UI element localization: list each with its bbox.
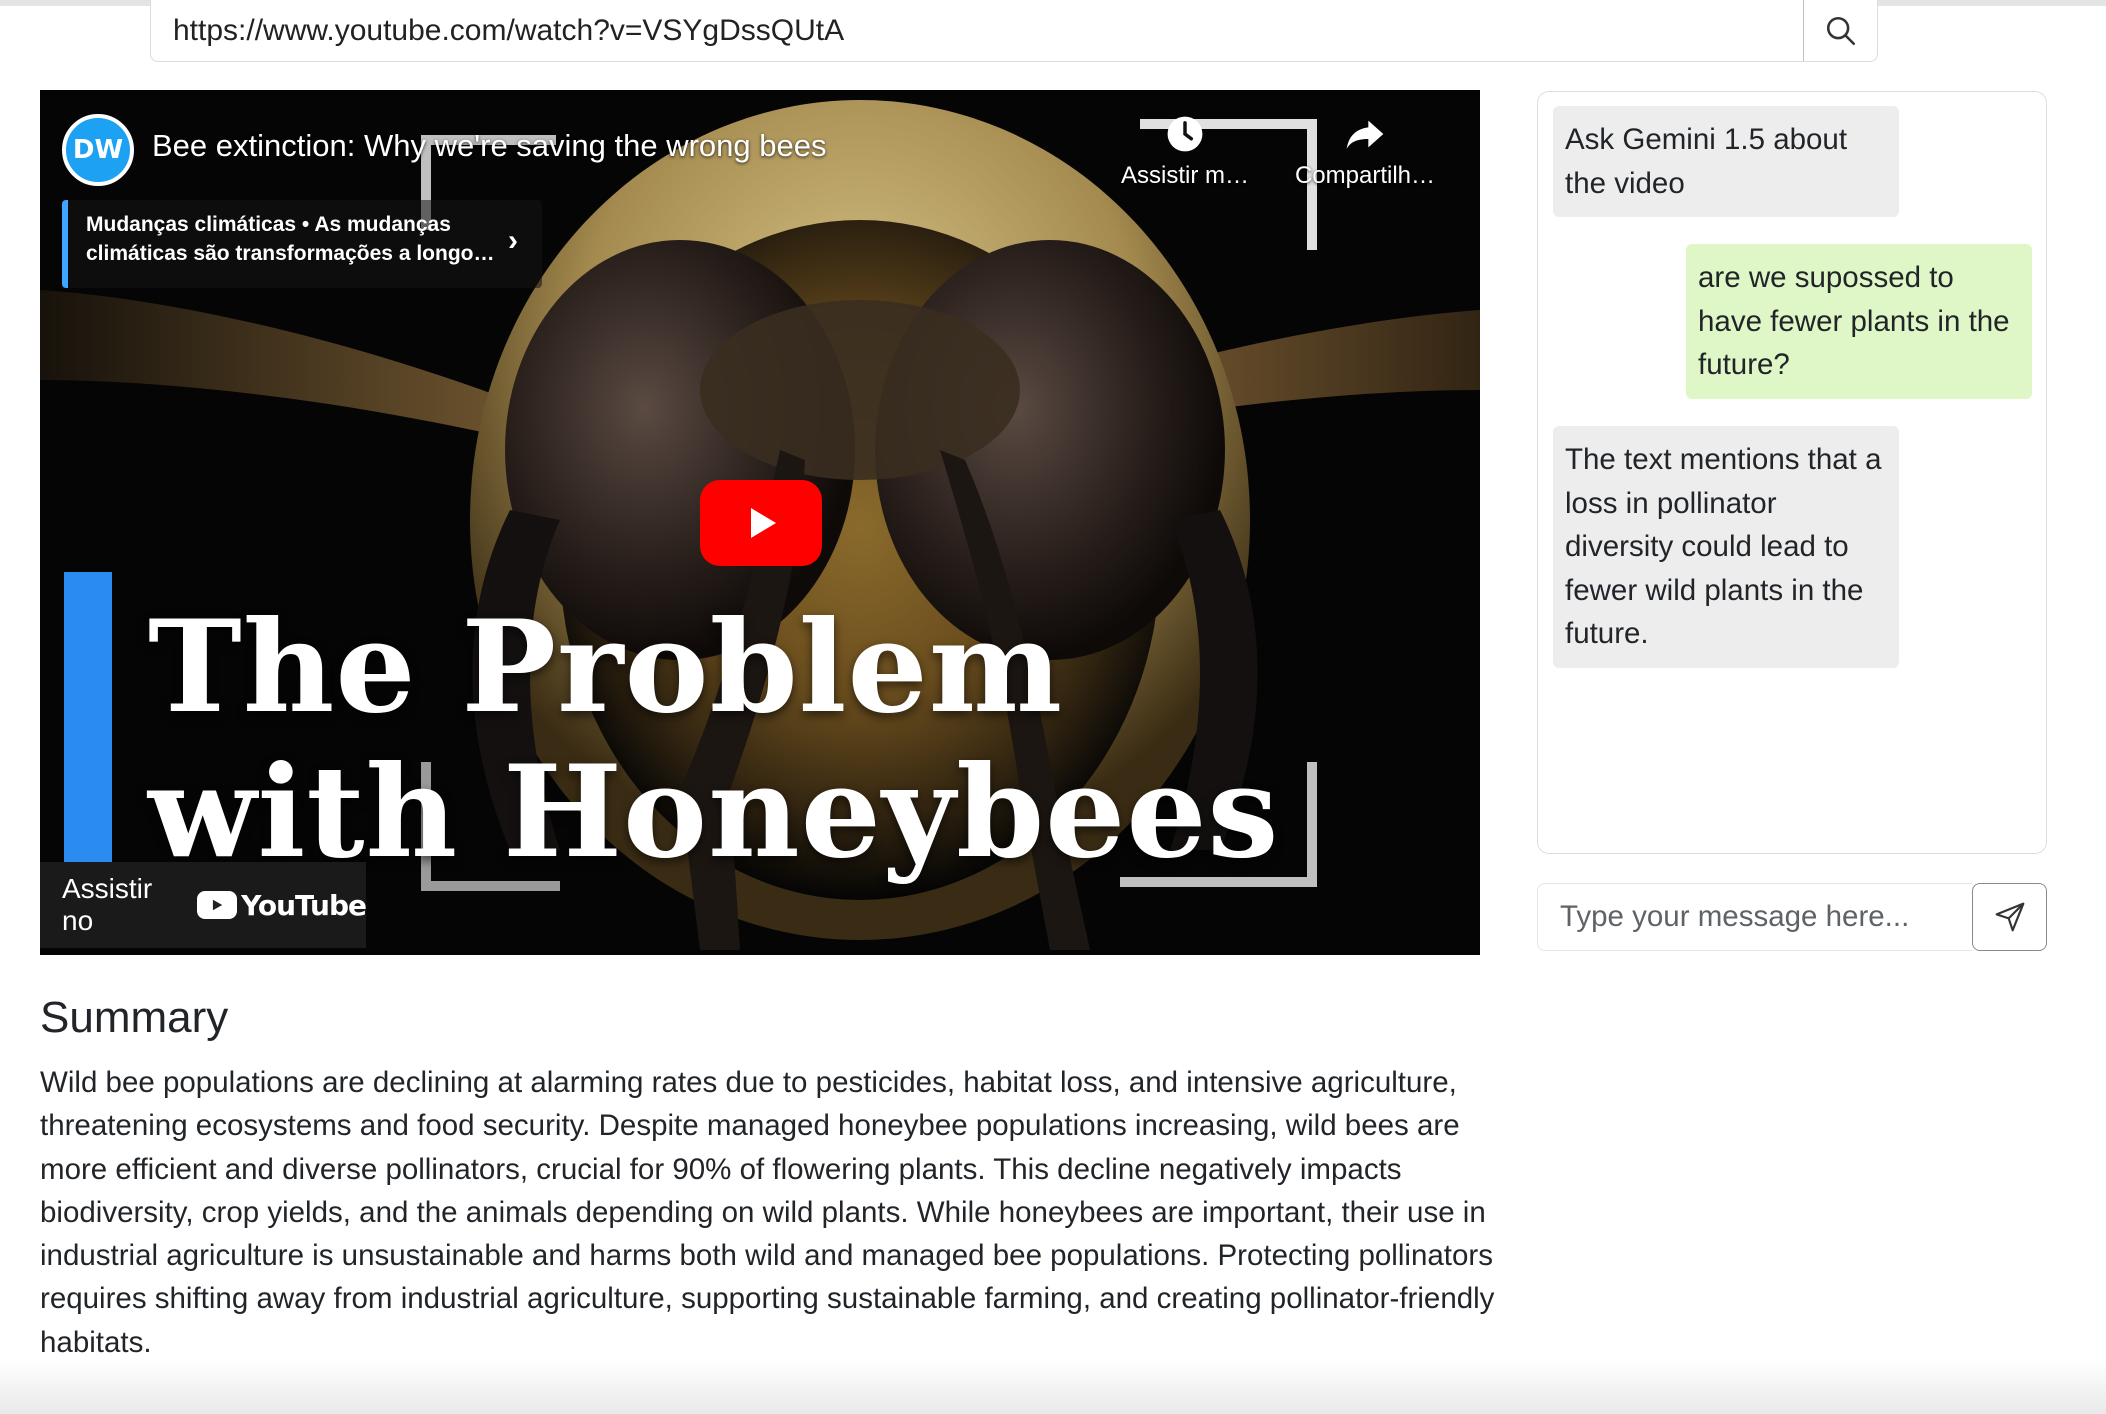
watch-later-label: Assistir m…: [1121, 162, 1249, 189]
watch-on-youtube-button[interactable]: Assistir no YouTube: [40, 862, 367, 948]
play-icon: [751, 508, 776, 538]
chat-message-input[interactable]: [1537, 883, 1972, 951]
chat-message-bot: Ask Gemini 1.5 about the video: [1553, 106, 1899, 217]
chat-message-bot: The text mentions that a loss in pollina…: [1553, 426, 1899, 668]
chat-message-user: are we supossed to have fewer plants in …: [1686, 244, 2032, 399]
thumbnail-title: The Problem with Honeybees: [148, 595, 1279, 885]
video-title[interactable]: Bee extinction: Why we're saving the wro…: [152, 128, 827, 164]
channel-logo[interactable]: DW: [62, 114, 134, 186]
chip-text: Mudanças climáticas • As mudanças climát…: [86, 213, 495, 265]
watch-on-label: Assistir no: [62, 873, 153, 936]
search-button[interactable]: [1803, 0, 1877, 61]
video-player[interactable]: DW Bee extinction: Why we're saving the …: [40, 90, 1480, 955]
summary-heading: Summary: [40, 993, 229, 1042]
watch-later-button[interactable]: Assistir m…: [1110, 112, 1260, 190]
play-button[interactable]: [700, 480, 822, 566]
youtube-logo-text: YouTube: [241, 888, 367, 922]
url-bar: [150, 0, 1878, 62]
bottom-edge: [0, 1360, 2106, 1414]
thumbnail-title-line1: The Problem: [148, 593, 1064, 741]
chevron-right-icon: ›: [508, 224, 518, 257]
info-chip[interactable]: Mudanças climáticas • As mudanças climát…: [62, 200, 542, 288]
send-icon: [1995, 902, 2024, 932]
youtube-play-icon: [197, 891, 238, 919]
chat-input-bar: [1537, 883, 2047, 951]
clock-icon: [1167, 116, 1203, 152]
search-icon: [1826, 16, 1855, 45]
share-label: Compartilh…: [1294, 162, 1436, 189]
youtube-logo: YouTube: [197, 888, 367, 922]
share-button[interactable]: Compartilh…: [1290, 112, 1440, 190]
summary-text: Wild bee populations are declining at al…: [40, 1066, 1495, 1359]
url-input[interactable]: [151, 0, 1803, 61]
share-icon: [1346, 120, 1384, 149]
send-button[interactable]: [1972, 883, 2047, 951]
chat-panel: Ask Gemini 1.5 about the video are we su…: [1537, 91, 2047, 854]
title-accent-bar: [64, 572, 112, 862]
